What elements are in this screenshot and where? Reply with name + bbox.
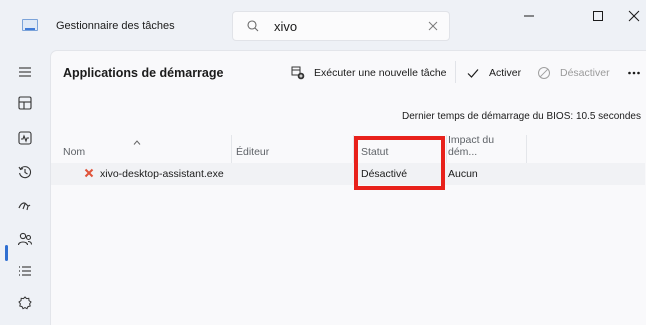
task-manager-app-icon bbox=[22, 19, 38, 31]
clear-search-icon[interactable] bbox=[427, 20, 439, 32]
users-icon bbox=[17, 232, 33, 246]
hamburger-menu-icon bbox=[19, 67, 31, 77]
column-header-name[interactable]: Nom bbox=[63, 133, 231, 163]
sidebar-item-menu[interactable] bbox=[14, 61, 36, 83]
navigation-sidebar bbox=[0, 48, 50, 325]
sidebar-item-historique[interactable] bbox=[14, 161, 36, 183]
performance-icon bbox=[18, 131, 32, 145]
sidebar-item-performances[interactable] bbox=[14, 127, 36, 149]
sidebar-item-details[interactable] bbox=[14, 260, 36, 282]
maximize-button[interactable] bbox=[583, 6, 613, 26]
disable-icon bbox=[538, 67, 550, 79]
maximize-icon bbox=[593, 11, 603, 21]
column-impact-label: Impact du dém... bbox=[448, 134, 495, 158]
startup-apps-panel: Applications de démarrage Exécuter une n… bbox=[50, 50, 646, 325]
enable-button[interactable]: Activer bbox=[466, 65, 521, 81]
run-new-task-button[interactable]: Exécuter une nouvelle tâche bbox=[291, 65, 447, 81]
column-header-publisher[interactable]: Éditeur bbox=[236, 133, 353, 163]
close-icon bbox=[628, 10, 640, 22]
bios-boot-time: Dernier temps de démarrage du BIOS: 10.5… bbox=[401, 111, 641, 122]
column-name-label: Nom bbox=[63, 146, 86, 158]
status-highlight-box bbox=[354, 136, 445, 190]
disable-button[interactable]: Désactiver bbox=[537, 65, 610, 81]
run-task-icon bbox=[291, 66, 305, 80]
title-bar: Gestionnaire des tâches xivo bbox=[0, 0, 646, 48]
details-icon bbox=[19, 266, 31, 276]
processes-icon bbox=[18, 96, 32, 110]
column-header-impact[interactable]: Impact du dém... bbox=[448, 133, 526, 163]
search-input[interactable]: xivo bbox=[274, 19, 297, 34]
sidebar-item-utilisateurs[interactable] bbox=[14, 228, 36, 250]
window-title: Gestionnaire des tâches bbox=[56, 20, 175, 32]
run-new-task-label: Exécuter une nouvelle tâche bbox=[314, 67, 447, 79]
search-box[interactable]: xivo bbox=[232, 11, 450, 41]
sidebar-item-demarrage[interactable] bbox=[14, 194, 36, 216]
column-publisher-label: Éditeur bbox=[236, 146, 270, 158]
table-row[interactable]: xivo-desktop-assistant.exe Désactivé Auc… bbox=[51, 163, 645, 185]
page-title: Applications de démarrage bbox=[63, 66, 224, 80]
close-button[interactable] bbox=[619, 6, 646, 26]
more-options-icon bbox=[628, 71, 640, 75]
startup-apps-icon bbox=[18, 202, 31, 211]
minimize-icon bbox=[524, 15, 534, 17]
disable-label: Désactiver bbox=[560, 67, 610, 79]
row-app-name: xivo-desktop-assistant.exe bbox=[100, 168, 224, 180]
sidebar-item-processus[interactable] bbox=[14, 92, 36, 114]
checkmark-icon bbox=[467, 69, 479, 78]
row-impact: Aucun bbox=[448, 168, 478, 180]
app-executable-icon bbox=[84, 168, 94, 178]
enable-label: Activer bbox=[489, 67, 522, 79]
active-indicator bbox=[5, 245, 8, 261]
toolbar-divider bbox=[455, 61, 456, 83]
sidebar-item-services[interactable] bbox=[14, 292, 36, 314]
services-icon bbox=[18, 296, 32, 310]
search-icon bbox=[247, 20, 259, 32]
more-options-button[interactable] bbox=[627, 65, 641, 81]
minimize-button[interactable] bbox=[514, 6, 544, 26]
history-icon bbox=[18, 166, 32, 179]
